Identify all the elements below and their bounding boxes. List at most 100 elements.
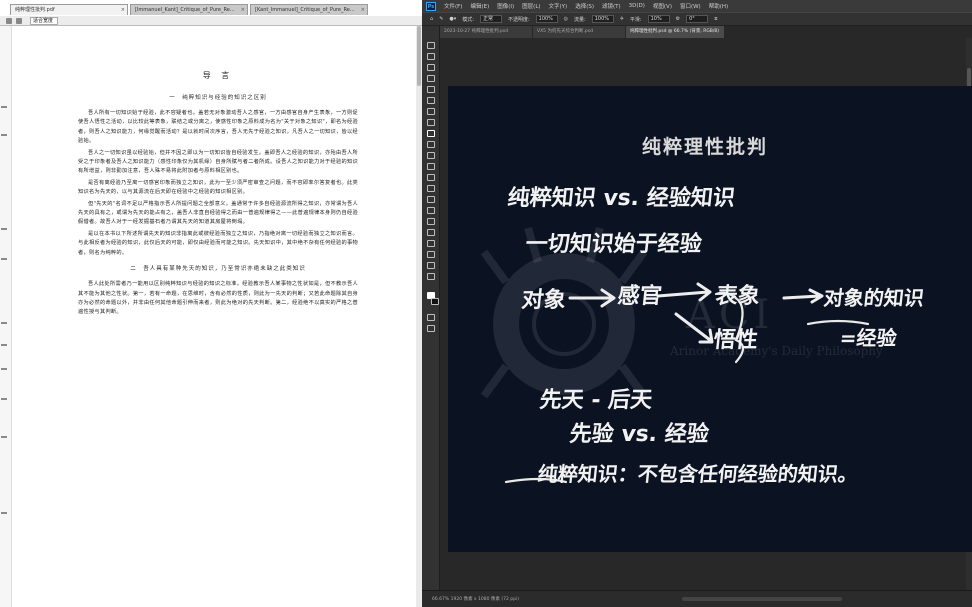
symmetry-icon[interactable]: ⧖: [714, 16, 718, 22]
status-doc-info: 1920 像素 x 1080 像素 (72 ppi): [450, 597, 519, 602]
magic-wand-tool-icon[interactable]: [427, 75, 435, 82]
screen-mode-icon[interactable]: [427, 325, 435, 332]
lasso-tool-icon[interactable]: [427, 64, 435, 71]
paragraph: 是以在本书以下所述所谓先天的知识非指离此或彼经验而独立之知识，乃指绝对离一切经验…: [78, 230, 358, 256]
flow-input[interactable]: 100%: [591, 15, 614, 23]
dodge-tool-icon[interactable]: [427, 196, 435, 203]
document-tab[interactable]: 2023-10-27 纯粹理性批判.psd: [440, 26, 532, 38]
scrollbar-thumb[interactable]: [417, 26, 421, 86]
menu-3d[interactable]: 3D(D): [629, 3, 645, 9]
menu-bar: Ps 文件(F) 编辑(E) 图像(I) 图层(L) 文字(Y) 选择(S) 滤…: [422, 0, 972, 12]
sidebar-toggle-icon[interactable]: [16, 18, 22, 24]
close-icon[interactable]: ×: [121, 5, 125, 15]
gutter-marker: [1, 368, 7, 370]
horizontal-scrollbar[interactable]: [682, 597, 842, 601]
airbrush-icon[interactable]: ✈: [620, 16, 624, 22]
flow-label: 流量:: [574, 16, 586, 23]
status-text: 66.67% 1920 像素 x 1080 像素 (72 ppi): [432, 596, 519, 602]
menu-edit[interactable]: 编辑(E): [470, 2, 489, 10]
opacity-input[interactable]: 100%: [535, 15, 558, 23]
menu-window[interactable]: 窗口(W): [680, 2, 701, 10]
eyedropper-tool-icon[interactable]: [427, 108, 435, 115]
pressure-opacity-icon[interactable]: ◎: [564, 16, 568, 22]
shape-tool-icon[interactable]: [427, 240, 435, 247]
status-zoom[interactable]: 66.67%: [432, 597, 449, 602]
paragraph: 吾人此处所需者乃一能用以区别纯粹知识与经验的知识之标准。经验教示吾人某事物之性状…: [78, 281, 358, 316]
hand-tool-icon[interactable]: [427, 251, 435, 258]
paragraph: 吾人之一切知识虽以经验始，但并不因之即以为一切知识皆自经验发生。盖即吾人之经验的…: [78, 149, 358, 175]
brush-tool-icon[interactable]: [427, 130, 435, 137]
flow-sense: 感官: [616, 284, 664, 309]
gutter-marker: [1, 344, 7, 346]
paragraph: 吾人所有一切知识始于经验，此不容疑者也。盖若无对象激动吾人之感官，一方由感官自身…: [78, 110, 358, 145]
handwritten-line-1: 纯粹知识 vs. 经验知识: [506, 186, 737, 211]
pen-tool-icon[interactable]: [427, 207, 435, 214]
menu-filter[interactable]: 滤镜(T): [602, 2, 621, 10]
photoshop-logo: Ps: [426, 1, 436, 11]
brush-tool-icon[interactable]: ✎: [439, 16, 443, 22]
type-tool-icon[interactable]: [427, 218, 435, 225]
canvas-title: 纯粹理性批判: [642, 136, 769, 158]
pdf-thumbnail-strip[interactable]: [0, 26, 12, 607]
handwritten-line-2: 一切知识始于经验: [524, 232, 704, 257]
angle-input[interactable]: 0°: [686, 15, 709, 23]
move-tool-icon[interactable]: [427, 42, 435, 49]
menu-help[interactable]: 帮助(H): [709, 2, 728, 10]
zoom-tool-icon[interactable]: [427, 262, 435, 269]
flow-result-1: 对象的知识: [822, 286, 926, 310]
gutter-marker: [1, 436, 7, 438]
menu-file[interactable]: 文件(F): [444, 2, 462, 10]
paragraph: 但"先天的"名词不足以严格指示吾人所提问题之全部意义。盖通常于许多自经验源流所得…: [78, 200, 358, 226]
zoom-select[interactable]: 适合宽度: [30, 17, 58, 25]
healing-tool-icon[interactable]: [427, 119, 435, 126]
document-tab[interactable]: VX5 为何先天综合判断.psd: [533, 26, 625, 38]
menu-type[interactable]: 文字(Y): [549, 2, 568, 10]
mode-select[interactable]: 正常: [479, 15, 502, 23]
eraser-tool-icon[interactable]: [427, 163, 435, 170]
settings-gear-icon[interactable]: ⚙: [676, 16, 680, 22]
menu-image[interactable]: 图像(I): [497, 2, 514, 10]
pdf-toolbar: 适合宽度: [0, 16, 422, 26]
quick-mask-icon[interactable]: [427, 314, 435, 321]
menu-select[interactable]: 选择(S): [575, 2, 594, 10]
status-bar: 66.67% 1920 像素 x 1080 像素 (72 ppi): [422, 590, 972, 607]
menu-view[interactable]: 视图(V): [653, 2, 672, 10]
pdf-tab-2-title: [Immanuel_Kant]_Critique_of_Pure_Re...: [135, 7, 235, 13]
brush-preset-picker[interactable]: ●▾: [449, 16, 456, 22]
crop-tool-icon[interactable]: [427, 86, 435, 93]
blur-tool-icon[interactable]: [427, 185, 435, 192]
tools-panel: [422, 26, 440, 598]
home-icon[interactable]: ⌂: [430, 16, 433, 22]
menu-icon[interactable]: [6, 18, 12, 24]
history-brush-icon[interactable]: [427, 152, 435, 159]
document-canvas[interactable]: ACI Arinor Academy's Daily Philosophy 纯粹…: [448, 86, 972, 552]
pdf-tab-3-title: [Kant_Immanuel]_Critique_of_Pure_Re...: [255, 7, 355, 13]
close-icon[interactable]: ×: [361, 5, 365, 15]
pdf-tab-3[interactable]: [Kant_Immanuel]_Critique_of_Pure_Re... ×: [250, 4, 368, 15]
frame-tool-icon[interactable]: [427, 97, 435, 104]
stamp-tool-icon[interactable]: [427, 141, 435, 148]
gradient-tool-icon[interactable]: [427, 174, 435, 181]
close-icon[interactable]: ×: [241, 5, 245, 15]
section-heading: 一 纯粹知识与经验的知识之区别: [169, 95, 267, 101]
gutter-marker: [1, 258, 7, 260]
flow-understanding: 悟性: [712, 328, 760, 353]
arrow-object-to-sense: [568, 288, 616, 308]
smoothing-label: 平滑:: [629, 16, 642, 23]
pdf-tab-2[interactable]: [Immanuel_Kant]_Critique_of_Pure_Re... ×: [130, 4, 248, 15]
path-select-tool-icon[interactable]: [427, 229, 435, 236]
smoothing-input[interactable]: 10%: [647, 15, 670, 23]
arrow-to-result: [782, 288, 824, 304]
document-tab-active[interactable]: 纯粹理性批判.psd @ 66.7% (背景, RGB/8): [626, 26, 724, 38]
pdf-tab-1[interactable]: 纯粹理性批判.pdf ×: [10, 4, 128, 15]
flow-object: 对象: [520, 288, 568, 313]
menu-layer[interactable]: 图层(L): [522, 2, 540, 10]
section-heading: 二 吾人具有某种先天的知识，乃至常识亦绝未缺之此类知识: [130, 266, 306, 273]
gutter-marker: [1, 512, 7, 514]
flow-representation: 表象: [714, 284, 762, 309]
background-color-swatch[interactable]: [431, 298, 439, 305]
pdf-page: 导 言 一 纯粹知识与经验的知识之区别 吾人所有一切知识始于经验，此不容疑者也。…: [78, 70, 358, 590]
marquee-tool-icon[interactable]: [427, 53, 435, 60]
flow-result-2: =经验: [838, 326, 898, 350]
more-tools-icon[interactable]: [427, 273, 435, 280]
